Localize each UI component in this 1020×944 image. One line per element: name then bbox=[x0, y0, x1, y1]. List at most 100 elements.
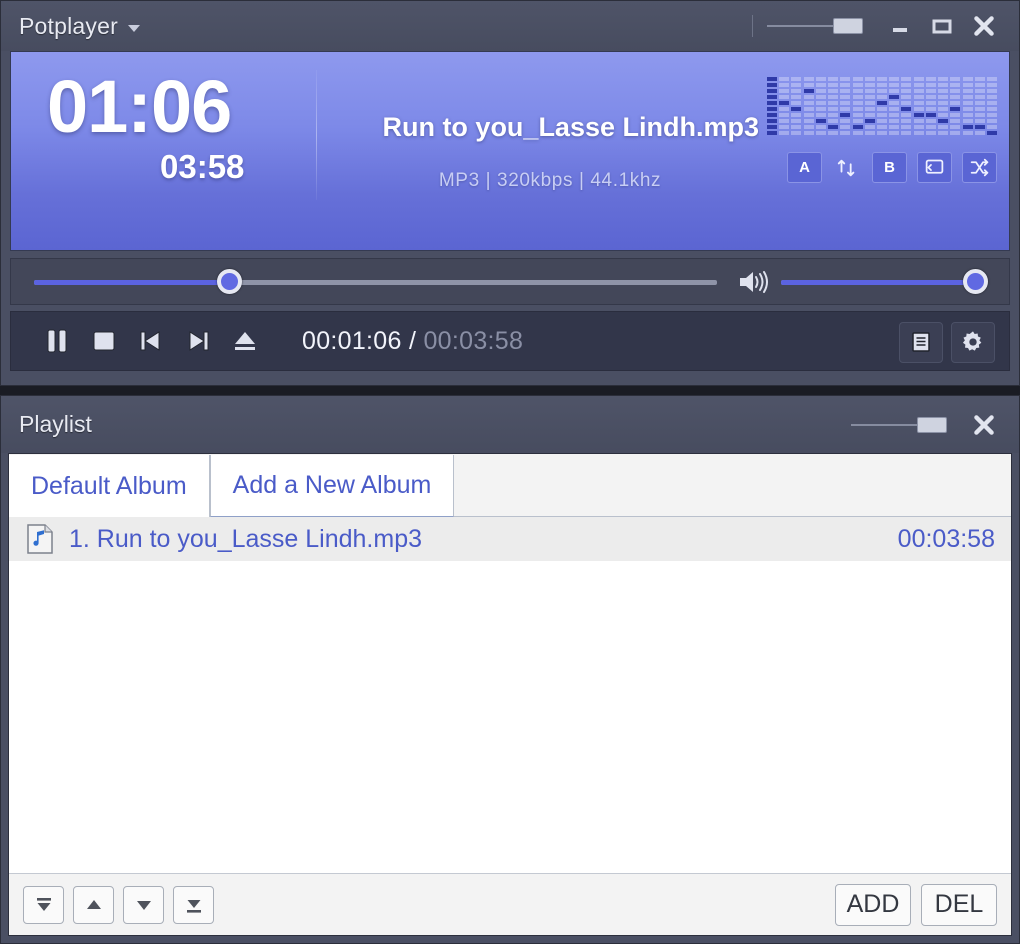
spectrum-cell bbox=[864, 95, 875, 99]
spectrum-cell bbox=[815, 95, 826, 99]
chevron-down-icon[interactable] bbox=[127, 24, 140, 32]
volume-slider-fill bbox=[781, 279, 981, 285]
playlist-opacity-slider[interactable] bbox=[851, 414, 947, 436]
spectrum-cell bbox=[925, 101, 936, 105]
spectrum-column bbox=[779, 61, 790, 135]
spectrum-cell bbox=[950, 77, 961, 81]
transport-right-buttons bbox=[899, 312, 995, 372]
spectrum-cell bbox=[828, 119, 839, 123]
shuffle-mode-button[interactable] bbox=[962, 152, 997, 183]
playlist-toggle-button[interactable] bbox=[899, 321, 943, 363]
spectrum-cell bbox=[962, 77, 973, 81]
playlist-close-button[interactable] bbox=[963, 400, 1005, 450]
spectrum-cell bbox=[962, 83, 973, 87]
spectrum-cell bbox=[864, 131, 875, 135]
spectrum-cell bbox=[815, 107, 826, 111]
move-up-button[interactable] bbox=[73, 885, 114, 924]
opacity-slider[interactable] bbox=[767, 15, 863, 37]
spectrum-cell bbox=[815, 125, 826, 129]
spectrum-cell bbox=[974, 113, 985, 117]
volume-slider-thumb[interactable] bbox=[963, 268, 988, 294]
spectrum-cell bbox=[864, 101, 875, 105]
spectrum-column bbox=[803, 61, 814, 135]
spectrum-cell bbox=[913, 83, 924, 87]
move-to-top-button[interactable] bbox=[23, 885, 64, 924]
spectrum-cell bbox=[901, 95, 912, 99]
spectrum-cell bbox=[852, 83, 863, 87]
seek-slider[interactable] bbox=[34, 268, 717, 295]
spectrum-cell bbox=[901, 113, 912, 117]
next-button[interactable] bbox=[174, 318, 221, 364]
spectrum-cell bbox=[767, 119, 777, 123]
time-total: 00:03:58 bbox=[423, 326, 524, 355]
spectrum-cell bbox=[779, 125, 790, 129]
spectrum-cell bbox=[938, 107, 949, 111]
spectrum-column bbox=[950, 61, 961, 135]
ab-repeat-b-button[interactable]: B bbox=[872, 152, 907, 183]
settings-gear-button[interactable] bbox=[951, 321, 995, 363]
eject-button[interactable] bbox=[221, 318, 268, 364]
del-button[interactable]: DEL bbox=[921, 883, 997, 926]
list-item[interactable]: 1. Run to you_Lasse Lindh.mp3 00:03:58 bbox=[9, 517, 1011, 561]
spectrum-cell bbox=[828, 113, 839, 117]
volume-slider[interactable] bbox=[781, 268, 988, 295]
opacity-slider-knob[interactable] bbox=[833, 18, 863, 34]
repeat-mode-button[interactable] bbox=[917, 152, 952, 183]
track-metadata: MP3 | 320kbps | 44.1khz bbox=[438, 170, 662, 191]
ab-repeat-a-button[interactable]: A bbox=[787, 152, 822, 183]
spectrum-cell bbox=[986, 107, 997, 111]
spectrum-cell bbox=[828, 125, 839, 129]
player-titlebar[interactable]: Potplayer bbox=[1, 1, 1019, 51]
spectrum-cell bbox=[986, 83, 997, 87]
spectrum-cell bbox=[950, 131, 961, 135]
spectrum-cell bbox=[913, 95, 924, 99]
spectrum-cell bbox=[962, 119, 973, 123]
playlist-opacity-slider-knob[interactable] bbox=[917, 416, 947, 433]
spectrum-cell bbox=[767, 83, 777, 87]
move-down-button[interactable] bbox=[123, 885, 164, 924]
previous-button[interactable] bbox=[127, 318, 174, 364]
ab-swap-icon[interactable] bbox=[832, 152, 862, 183]
close-button[interactable] bbox=[963, 1, 1005, 51]
spectrum-column bbox=[791, 61, 802, 135]
seek-volume-row bbox=[10, 258, 1010, 305]
spectrum-cell bbox=[828, 95, 839, 99]
tab-add-new-album[interactable]: Add a New Album bbox=[209, 455, 455, 517]
spectrum-cell bbox=[767, 101, 777, 105]
spectrum-cell bbox=[876, 107, 887, 111]
tab-default-album[interactable]: Default Album bbox=[9, 455, 210, 517]
seek-slider-thumb[interactable] bbox=[216, 268, 242, 294]
spectrum-column bbox=[986, 61, 997, 135]
pause-button[interactable] bbox=[33, 318, 80, 364]
spectrum-cell bbox=[876, 131, 887, 135]
spectrum-cell bbox=[779, 119, 790, 123]
spectrum-cell bbox=[950, 83, 961, 87]
move-to-bottom-button[interactable] bbox=[173, 885, 214, 924]
player-display-panel: 01:06 03:58 Run to you_Lasse Lindh.mp3 M… bbox=[10, 51, 1010, 251]
minimize-button[interactable] bbox=[879, 1, 921, 51]
spectrum-cell bbox=[938, 83, 949, 87]
track-title-text: Run to you_Lasse Lindh.mp3 bbox=[382, 112, 759, 142]
app-title[interactable]: Potplayer bbox=[19, 13, 140, 40]
spectrum-cell bbox=[913, 131, 924, 135]
spectrum-cell bbox=[791, 107, 802, 111]
maximize-button[interactable] bbox=[921, 1, 963, 51]
playlist-titlebar[interactable]: Playlist bbox=[1, 396, 1019, 453]
spectrum-cell bbox=[901, 89, 912, 93]
spectrum-cell bbox=[901, 83, 912, 87]
spectrum-cell bbox=[791, 83, 802, 87]
spectrum-cell bbox=[901, 119, 912, 123]
spectrum-cell bbox=[852, 107, 863, 111]
spectrum-cell bbox=[925, 119, 936, 123]
add-button[interactable]: ADD bbox=[835, 883, 911, 926]
spectrum-cell bbox=[852, 119, 863, 123]
spectrum-cell bbox=[864, 83, 875, 87]
spectrum-cell bbox=[876, 125, 887, 129]
spectrum-cell bbox=[791, 101, 802, 105]
stop-button[interactable] bbox=[80, 318, 127, 364]
volume-speaker-icon[interactable] bbox=[733, 267, 773, 297]
spectrum-cell bbox=[803, 113, 814, 117]
spectrum-cell bbox=[913, 119, 924, 123]
spectrum-cell bbox=[938, 77, 949, 81]
spectrum-cell bbox=[913, 89, 924, 93]
